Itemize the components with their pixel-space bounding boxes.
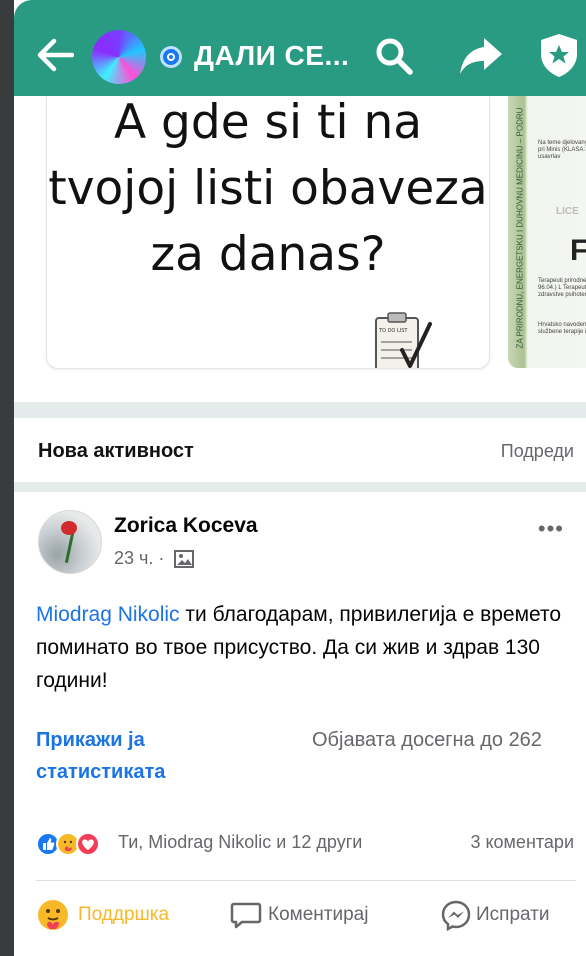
activity-title: Нова активност <box>38 440 194 462</box>
clipboard-check-icon: TO DO LIST <box>375 312 432 368</box>
image-carousel[interactable]: A gde si ti na tvojoj listi obaveza za d… <box>14 96 586 396</box>
section-divider <box>14 482 586 492</box>
comment-text: Miodrag Nikolic ти благодарам, привилеги… <box>36 598 576 697</box>
reactors-text[interactable]: Ти, Miodrag Nikolic и 12 други <box>118 832 362 853</box>
certificate-paragraph-1: Na teme djelovany pri Minis (KLASA: usav… <box>538 140 586 160</box>
reaction-icons[interactable] <box>36 830 116 858</box>
certificate-paragraph-3: Hrvatsko navoden službene terapije i <box>538 322 586 335</box>
app-frame: ДАЛИ СЕ... A gde si ti na tvojoj listi o… <box>14 0 586 956</box>
send-button[interactable]: Испрати <box>434 896 584 936</box>
search-icon[interactable] <box>372 34 416 78</box>
comment-label: Коментирај <box>268 904 369 925</box>
support-button[interactable]: Поддршка <box>36 896 206 936</box>
mention-link[interactable]: Miodrag Nikolic <box>36 603 180 626</box>
view-insights-link[interactable]: Прикажи ја статистиката <box>36 724 236 788</box>
carousel-card-certificate[interactable]: ZA PRIRODNU, ENERGETSKU I DUHOVNU MEDICI… <box>508 96 586 368</box>
top-app-bar: ДАЛИ СЕ... <box>14 0 586 96</box>
post-divider <box>36 880 576 881</box>
reach-text: Објавата досегна до 262 <box>312 729 542 751</box>
certificate-vertical-text: ZA PRIRODNU, ENERGETSKU I DUHOVNU MEDICI… <box>515 107 525 349</box>
post-timestamp[interactable]: 23 ч. · <box>114 548 164 569</box>
share-icon[interactable] <box>456 34 506 78</box>
page-title[interactable]: ДАЛИ СЕ... <box>194 40 349 72</box>
activity-post: Zorica Koceva 23 ч. · ••• Miodrag Nikoli… <box>14 492 586 956</box>
certificate-lic-text: LICE <box>556 206 579 217</box>
shield-star-icon[interactable] <box>534 30 584 80</box>
page-avatar[interactable] <box>92 30 146 84</box>
support-label: Поддршка <box>78 904 170 925</box>
sort-button[interactable]: Подреди <box>501 441 574 462</box>
activity-header: Нова активност Подреди <box>14 418 586 482</box>
more-options-button[interactable]: ••• <box>538 516 564 542</box>
todo-list-label: TO DO LIST <box>378 328 408 334</box>
section-divider <box>14 402 586 418</box>
comments-count[interactable]: 3 коментари <box>470 832 574 853</box>
love-icon <box>76 832 100 856</box>
certificate-paragraph-2: Terapeuti prirodne 96.04.) L Terapeuti z… <box>538 278 586 298</box>
comment-icon <box>230 902 262 929</box>
photo-privacy-icon <box>174 550 194 568</box>
author-avatar[interactable] <box>38 510 102 574</box>
care-reaction-icon <box>38 900 68 930</box>
author-name[interactable]: Zorica Koceva <box>114 514 258 538</box>
messenger-status-icon <box>160 46 182 68</box>
comment-button[interactable]: Коментирај <box>226 896 426 936</box>
send-label: Испрати <box>476 904 550 925</box>
carousel-card-quote[interactable]: A gde si ti na tvojoj listi obaveza za d… <box>46 96 490 369</box>
back-arrow-icon[interactable] <box>36 38 74 72</box>
quote-text: A gde si ti na tvojoj listi obaveza za d… <box>48 96 488 282</box>
certificate-big-letter: F <box>570 234 586 267</box>
messenger-icon <box>441 900 471 931</box>
